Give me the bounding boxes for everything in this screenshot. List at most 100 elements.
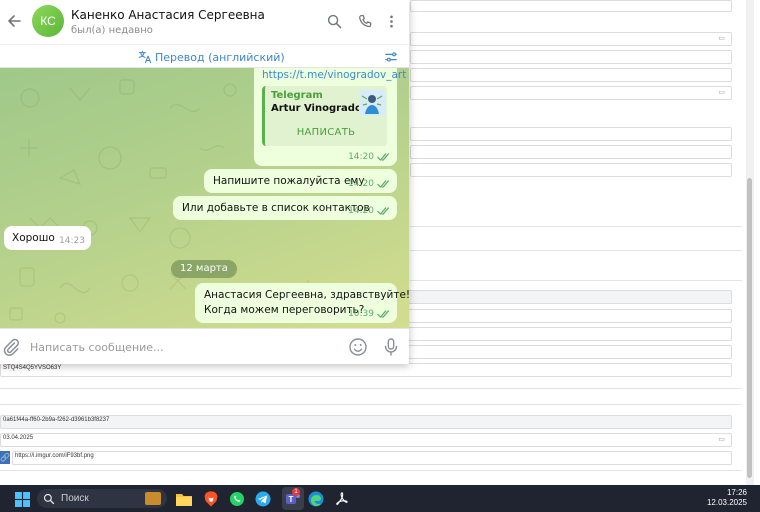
emoji-icon[interactable] (348, 337, 368, 357)
message-outgoing[interactable]: Анастасия Сергеевна, здравствуйте! Когда… (195, 283, 409, 323)
form-field[interactable] (410, 145, 732, 159)
windows-logo-icon (14, 491, 30, 507)
form-field[interactable] (410, 68, 732, 82)
avatar-initials: КС (40, 14, 56, 28)
sliders-icon (385, 52, 397, 62)
uuid-field[interactable]: 0a61f44a-ff60-2b9a-f262-d3961b3f8237 (0, 415, 732, 429)
message-text-line1: Анастасия Сергеевна, здравствуйте! (204, 289, 409, 301)
link-preview-site: Telegram (271, 90, 323, 101)
contact-status: был(а) недавно (71, 25, 153, 36)
call-button[interactable] (356, 12, 374, 30)
double-check-icon (377, 310, 389, 318)
translate-toggle[interactable]: Перевод (английский) (138, 50, 285, 64)
search-icon (327, 14, 341, 28)
message-input[interactable] (30, 338, 330, 356)
double-check-icon (377, 207, 389, 215)
message-time: 14:20 (348, 179, 374, 189)
clock-time: 17:26 (726, 488, 747, 497)
message-text-line2: Когда можем переговорить? (204, 304, 365, 316)
date-separator: 12 марта (171, 260, 237, 278)
url-field[interactable]: https://i.imgur.com/iF93bf.png (12, 451, 732, 465)
message-text: Или добавьте в список контактов (182, 202, 370, 214)
divider (0, 388, 742, 389)
form-field[interactable] (410, 163, 732, 177)
calendar-icon: ▭ (718, 435, 725, 443)
translate-settings-button[interactable] (383, 49, 399, 65)
link-icon[interactable]: 🔗 (0, 451, 10, 464)
message-meta: 14:23 (59, 236, 85, 246)
divider (0, 470, 742, 471)
message-meta: 14:20 (348, 206, 391, 216)
message-composer (0, 328, 409, 364)
message-outgoing[interactable]: Или добавьте в список контактов 14:20 (173, 196, 397, 220)
svg-text:T: T (289, 495, 294, 504)
message-meta: 10:39 (348, 309, 391, 319)
arrow-left-icon (8, 15, 21, 27)
more-button[interactable] (382, 12, 400, 30)
message-time: 14:20 (348, 152, 374, 162)
taskbar-search[interactable] (37, 489, 167, 508)
search-highlight-icon (145, 492, 161, 505)
taskbar-search-input[interactable] (61, 493, 141, 504)
start-button[interactable] (13, 490, 31, 508)
message-link[interactable]: https://t.me/vinogradov_art Telegram Art… (254, 68, 406, 166)
contact-name: Каненко Анастасия Сергеевна (71, 8, 265, 22)
more-vertical-icon (389, 15, 393, 27)
link-preview-title: Artur Vinogradov (271, 103, 369, 114)
phone-icon (358, 14, 371, 27)
message-time: 14:20 (348, 206, 374, 216)
form-field[interactable] (410, 0, 732, 12)
form-field[interactable] (410, 127, 732, 141)
message-meta: 14:20 (348, 179, 391, 189)
search-icon (43, 493, 55, 504)
date-field[interactable]: 03.04.2025 ▭ (0, 433, 732, 447)
calendar-icon: ▭ (718, 88, 725, 96)
message-text: Напишите пожалуйста ему (213, 175, 365, 187)
acrobat-icon[interactable] (333, 490, 351, 508)
file-explorer-icon[interactable] (175, 490, 193, 508)
translate-icon (138, 50, 152, 64)
taskbar: T 1 17:26 12.03.2025 (0, 485, 760, 512)
message-text: Хорошо (12, 232, 55, 244)
code-field[interactable]: STQ4S4Q5YVSO63Y (0, 363, 732, 377)
clock-date: 12.03.2025 (706, 498, 747, 507)
link-preview-card[interactable]: Telegram Artur Vinogradov НАПИСАТЬ (262, 86, 387, 146)
link-preview-thumbnail (359, 90, 385, 116)
scrollbar-thumb[interactable] (747, 178, 752, 478)
edge-browser-icon[interactable] (307, 490, 325, 508)
chat-area[interactable]: https://t.me/vinogradov_art Telegram Art… (0, 68, 409, 328)
brave-browser-icon[interactable] (202, 490, 220, 508)
system-clock[interactable]: 17:26 12.03.2025 (707, 488, 747, 508)
telegram-window: КС Каненко Анастасия Сергеевна был(а) не… (0, 0, 409, 364)
back-button[interactable] (4, 11, 24, 31)
chat-header: КС Каненко Анастасия Сергеевна был(а) не… (0, 0, 409, 44)
uuid-value: 0a61f44a-ff60-2b9a-f262-d3961b3f8237 (3, 417, 110, 423)
translate-label: Перевод (английский) (155, 50, 285, 64)
whatsapp-icon[interactable] (228, 490, 246, 508)
attach-icon[interactable] (2, 338, 20, 356)
microphone-icon[interactable] (381, 337, 401, 357)
message-time: 10:39 (348, 309, 374, 319)
message-link-url[interactable]: https://t.me/vinogradov_art (262, 69, 406, 81)
calendar-icon: ▭ (718, 34, 725, 42)
divider (0, 404, 742, 405)
form-field[interactable]: ▭ (410, 32, 732, 46)
url-value: https://i.imgur.com/iF93bf.png (15, 453, 94, 459)
divider (410, 226, 742, 227)
double-check-icon (377, 153, 389, 161)
code-value: STQ4S4Q5YVSO63Y (3, 365, 62, 371)
form-field[interactable] (410, 50, 732, 64)
form-field[interactable]: ▭ (410, 86, 732, 100)
message-meta: 14:20 (348, 152, 391, 162)
divider (410, 280, 742, 281)
divider (410, 250, 742, 251)
message-incoming[interactable]: Хорошо 14:23 (4, 226, 91, 250)
avatar[interactable]: КС (32, 5, 64, 37)
link-preview-write-button[interactable]: НАПИСАТЬ (265, 124, 387, 142)
message-outgoing[interactable]: Напишите пожалуйста ему 14:20 (204, 169, 397, 193)
telegram-app-icon[interactable] (254, 490, 272, 508)
translate-bar[interactable]: Перевод (английский) (0, 44, 409, 68)
search-button[interactable] (325, 12, 343, 30)
message-time: 14:23 (59, 236, 85, 246)
date-value: 03.04.2025 (3, 435, 34, 441)
